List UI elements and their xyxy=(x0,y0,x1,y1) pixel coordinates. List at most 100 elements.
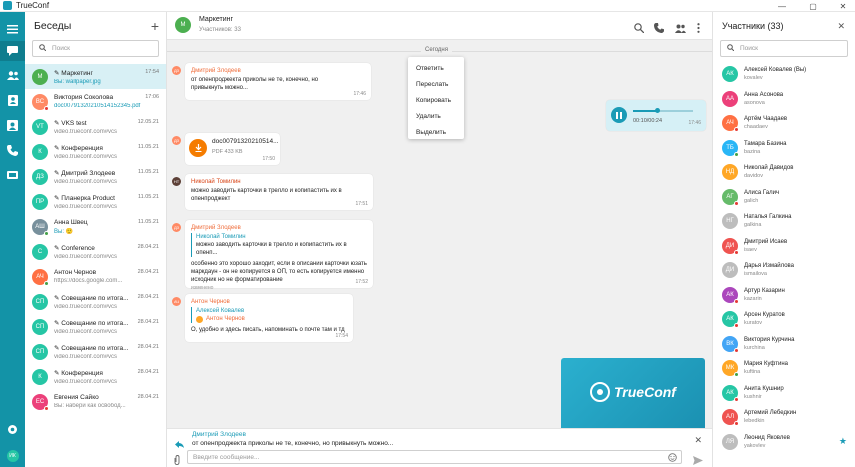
avatar: СП xyxy=(32,318,48,335)
conversation-item[interactable]: ПР ✎ Планерка Product video.trueconf.com#v… xyxy=(25,189,166,214)
participant-name: Виктория Курчина xyxy=(744,336,795,343)
participant-item[interactable]: ДИ Дмитрий Исаев isaev xyxy=(713,234,855,259)
participant-login: kazarin xyxy=(744,295,762,302)
participant-item[interactable]: АК Анита Кушнир kushnir xyxy=(713,381,855,406)
conversation-item[interactable]: C ✎ Conference video.trueconf.com#vcs 28.04… xyxy=(25,239,166,264)
avatar: ВК xyxy=(722,335,739,353)
participant-item[interactable]: ТБ Тамара Базина bazina xyxy=(713,136,855,161)
participant-item[interactable]: ВК Виктория Курчина kurchina xyxy=(713,332,855,357)
conversation-date: 11.05.21 xyxy=(137,144,159,150)
conversation-item[interactable]: АЧ Антон Чернов https://docs.google.com...… xyxy=(25,264,166,289)
participant-item[interactable]: АК Алексей Ковалев (Вы) kovalev xyxy=(713,62,855,87)
participant-login: kushnir xyxy=(744,393,762,400)
user-icon[interactable]: ИК xyxy=(6,449,19,462)
conversation-preview: video.trueconf.com#vcs xyxy=(54,378,118,385)
voice-progress-track[interactable] xyxy=(633,108,693,113)
participant-item[interactable]: МК Мария Куфтина kuftina xyxy=(713,356,855,381)
reply-text: от опенпроджекта приколы не те, конечно,… xyxy=(192,440,394,447)
star-icon[interactable]: ★ xyxy=(839,436,847,447)
app-title: TrueConf xyxy=(16,1,50,10)
emoji-icon[interactable] xyxy=(668,453,677,464)
conversation-item[interactable]: СП ✎ Совещание по итога... video.trueconf.… xyxy=(25,314,166,339)
contacts-icon[interactable] xyxy=(6,69,19,81)
conversation-item[interactable]: АШ Анна Швец Вы: 🙂 11.05.21 xyxy=(25,214,166,239)
participant-item[interactable]: АК Артур Казарин kazarin xyxy=(713,283,855,308)
participant-item[interactable]: АЛ Артемий Лебедкин lebedkin xyxy=(713,405,855,430)
avatar: АГ xyxy=(722,188,739,206)
conversation-preview: video.trueconf.com#vcs xyxy=(54,128,118,135)
message-bubble[interactable]: Дмитрий Злодеев от опенпроджекта приколы… xyxy=(185,63,371,100)
close-participants-icon[interactable]: ✕ xyxy=(837,21,845,32)
participant-item[interactable]: АГ Алиса Галич galich xyxy=(713,185,855,210)
conversations-search-input[interactable]: Поиск xyxy=(32,40,159,57)
conversation-item[interactable]: VT ✎ VKS test video.trueconf.com#vcs 12.05.… xyxy=(25,114,166,139)
message-list: Сегодня ДЗ Дмитрий Злодеев от опенпродже… xyxy=(167,40,712,428)
file-name: doc00791320210514... xyxy=(212,138,279,145)
chat-panel: M Маркетинг Участников: 33 Сегодня ДЗ Дм… xyxy=(167,12,713,467)
image-message[interactable]: TrueConf xyxy=(561,358,705,428)
voice-duration: 00:10/00:24 xyxy=(633,118,663,124)
pause-icon[interactable] xyxy=(611,107,627,123)
conversation-item[interactable]: СП ✎ Совещание по итога... video.trueconf.… xyxy=(25,339,166,364)
conversation-item[interactable]: ДЗ ✎ Дмитрий Злодеев video.trueconf.com#vc… xyxy=(25,164,166,189)
context-menu-select[interactable]: Выделить xyxy=(408,124,464,140)
message-text: особенно это хорошо заходит, если в опис… xyxy=(191,261,367,283)
download-icon[interactable] xyxy=(189,139,207,157)
context-menu-forward[interactable]: Переслать xyxy=(408,76,464,92)
conversation-item[interactable]: К ✎ Конференция video.trueconf.com#vcs 28.0… xyxy=(25,364,166,389)
participant-item[interactable]: НД Николай Давидов davidov xyxy=(713,160,855,185)
conversation-item[interactable]: СП ✎ Совещание по итога... video.trueconf.… xyxy=(25,289,166,314)
context-menu-copy[interactable]: Копировать xyxy=(408,92,464,108)
avatar: К xyxy=(32,143,48,160)
quoted-message[interactable]: Николай Томилин можно заводить карточки … xyxy=(191,233,367,257)
participant-item[interactable]: АЧ Артём Чаадаев chaadaev xyxy=(713,111,855,136)
message-input[interactable]: Введите сообщение... xyxy=(187,450,682,464)
participant-name: Артём Чаадаев xyxy=(744,116,788,123)
participant-item[interactable]: НГ Наталья Галкина galkina xyxy=(713,209,855,234)
attach-icon[interactable] xyxy=(174,452,180,467)
menu-icon[interactable] xyxy=(6,23,19,35)
conversation-item[interactable]: К ✎ Конференция video.trueconf.com#vcs 11.0… xyxy=(25,139,166,164)
more-options-icon[interactable] xyxy=(697,20,700,38)
conversation-item[interactable]: ЕС Евгения Сайко Вы: набери как освобод...… xyxy=(25,389,166,414)
conversation-date: 11.05.21 xyxy=(137,169,159,175)
close-icon[interactable]: ✕ xyxy=(833,0,853,12)
participant-name: Алиса Галич xyxy=(744,189,780,196)
quoted-message[interactable]: Алексей Ковалев Антон Чернов xyxy=(191,307,347,323)
context-menu-reply[interactable]: Ответить xyxy=(408,60,464,76)
conversation-item[interactable]: ВС Виктория Соколова doc007913202105141523… xyxy=(25,89,166,114)
participants-search-input[interactable]: Поиск xyxy=(720,40,848,57)
minimize-icon[interactable]: — xyxy=(772,0,792,12)
voice-message[interactable]: 00:10/00:24 17:46 xyxy=(606,100,706,131)
avatar: АК xyxy=(722,286,739,304)
message-bubble[interactable]: Дмитрий Злодеев Николай Томилин можно за… xyxy=(185,220,373,291)
participants-icon[interactable] xyxy=(675,20,686,38)
context-menu-delete[interactable]: Удалить xyxy=(408,108,464,124)
avatar: АЛ xyxy=(722,409,739,427)
participant-name: Дарья Измайлова xyxy=(744,263,795,270)
conversation-item[interactable]: M ✎ Маркетинг Вы: wallpaper.jpg 17:54 xyxy=(25,64,166,89)
message-bubble[interactable]: Николай Томилин можно заводить карточки … xyxy=(185,174,373,210)
participant-item[interactable]: ЛЯ Леонид Яковлев yakovlev ★ xyxy=(713,430,855,455)
chat-icon[interactable] xyxy=(0,41,25,61)
close-reply-icon[interactable]: ✕ xyxy=(694,435,702,446)
conference-icon[interactable] xyxy=(6,119,19,131)
participant-item[interactable]: ДИ Дарья Измайлова ismailova xyxy=(713,258,855,283)
avatar: АЧ xyxy=(32,268,49,286)
message-author: Дмитрий Злодеев xyxy=(191,68,241,74)
participant-item[interactable]: АК Арсен Куратов kuratov xyxy=(713,307,855,332)
status-dot xyxy=(44,280,49,286)
address-book-icon[interactable] xyxy=(6,94,19,106)
add-conversation-button[interactable]: + xyxy=(151,19,159,33)
tv-icon[interactable] xyxy=(6,169,19,181)
participant-item[interactable]: АА Анна Асонова asonova xyxy=(713,87,855,112)
settings-icon[interactable] xyxy=(6,423,19,435)
search-icon[interactable] xyxy=(634,20,645,38)
file-message[interactable]: doc00791320210514... PDF 433 KB 17:50 xyxy=(185,133,280,165)
send-icon[interactable] xyxy=(693,452,703,467)
phone-icon[interactable] xyxy=(6,144,19,156)
message-bubble[interactable]: Антон Чернов Алексей Ковалев Антон Черно… xyxy=(185,294,353,342)
message-avatar: ДЗ xyxy=(172,223,181,232)
call-icon[interactable] xyxy=(654,20,664,38)
maximize-icon[interactable]: ▢ xyxy=(803,0,823,12)
